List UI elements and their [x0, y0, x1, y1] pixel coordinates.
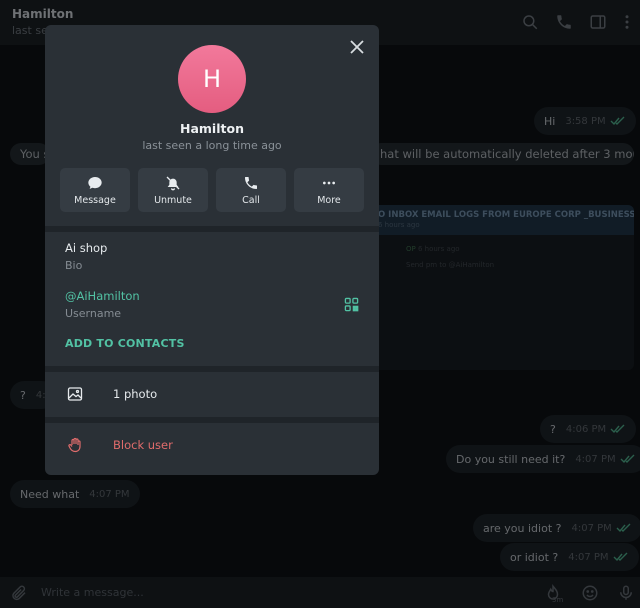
phone-icon [243, 175, 259, 191]
username-value[interactable]: @AiHamilton [65, 289, 140, 303]
bio-label: Bio [65, 259, 83, 272]
divider [45, 366, 379, 372]
photos-row[interactable]: 1 photo [45, 374, 379, 414]
more-button[interactable]: More [294, 168, 364, 212]
qr-code-icon[interactable] [344, 297, 359, 312]
block-user-row[interactable]: Block user [45, 425, 379, 465]
profile-actions: Message Unmute Call More [60, 168, 364, 212]
call-button[interactable]: Call [216, 168, 286, 212]
divider [45, 226, 379, 232]
photo-icon [67, 386, 83, 402]
more-horizontal-icon [321, 175, 337, 191]
avatar[interactable]: H [178, 45, 246, 113]
hand-stop-icon [67, 437, 83, 453]
unmute-button[interactable]: Unmute [138, 168, 208, 212]
profile-modal: H Hamilton last seen a long time ago Mes… [45, 25, 379, 475]
bell-off-icon [165, 175, 181, 191]
message-button[interactable]: Message [60, 168, 130, 212]
bio-value[interactable]: Ai shop [65, 241, 107, 255]
username-label: Username [65, 307, 122, 320]
add-to-contacts-button[interactable]: ADD TO CONTACTS [65, 337, 185, 350]
profile-status: last seen a long time ago [142, 139, 282, 152]
divider [45, 417, 379, 423]
close-icon[interactable] [349, 39, 365, 55]
profile-name: Hamilton [180, 121, 244, 136]
message-bubble-icon [87, 175, 103, 191]
